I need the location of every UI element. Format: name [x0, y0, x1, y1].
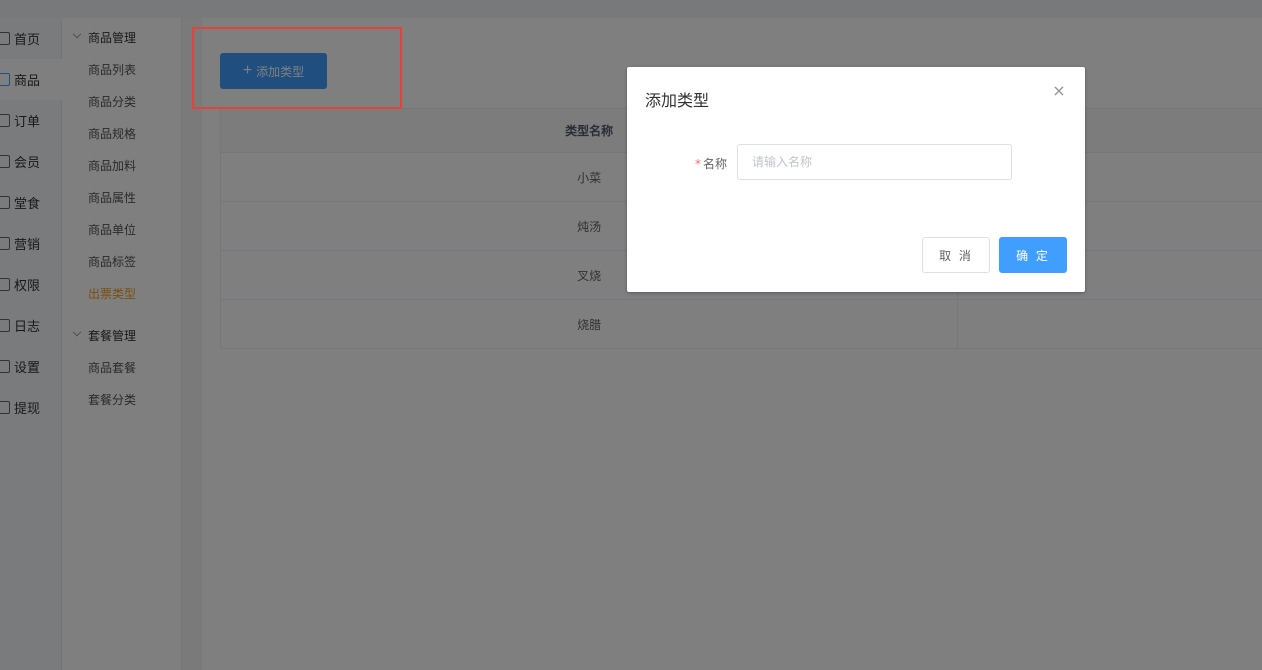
required-asterisk: *: [694, 157, 701, 171]
add-type-dialog: 添加类型 × *名称 取 消 确 定: [627, 67, 1085, 292]
name-input[interactable]: [737, 144, 1012, 180]
confirm-button[interactable]: 确 定: [999, 237, 1067, 273]
name-field-label: * 名称: [687, 155, 727, 172]
close-icon[interactable]: ×: [1051, 83, 1067, 99]
cancel-button[interactable]: 取 消: [922, 237, 990, 273]
name-label-text: 名称: [702, 157, 727, 171]
dialog-title: 添加类型: [645, 91, 710, 110]
